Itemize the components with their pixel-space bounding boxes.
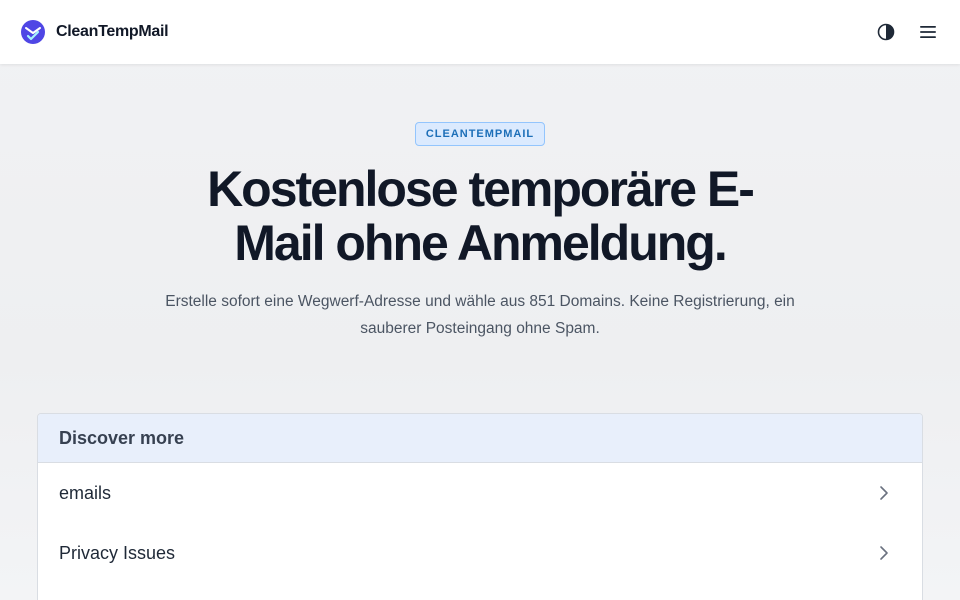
contrast-icon	[877, 23, 895, 41]
chevron-right-icon	[880, 486, 888, 500]
clean-mail-logo-icon	[21, 20, 45, 44]
theme-toggle-button[interactable]	[874, 20, 898, 44]
discover-more-header: Discover more	[38, 414, 922, 463]
top-navbar: CleanTempMail	[0, 0, 960, 64]
brand-link[interactable]: CleanTempMail	[20, 19, 169, 45]
discover-item-emails[interactable]: emails	[38, 463, 922, 523]
discover-item-privacy-issues[interactable]: Privacy Issues	[38, 523, 922, 583]
brand-badge: CLEANTEMPMAIL	[414, 122, 546, 146]
hero-title: Kostenlose temporäre E-Mail ohne Anmeldu…	[207, 161, 755, 271]
discover-more-card: Discover more emails Privacy Issues	[37, 413, 923, 600]
menu-button[interactable]	[916, 20, 940, 44]
discover-item-label: Privacy Issues	[59, 542, 176, 563]
chevron-right-icon	[880, 546, 888, 560]
brand-name: CleanTempMail	[56, 23, 169, 40]
hamburger-menu-icon	[920, 26, 936, 38]
hero-section: CLEANTEMPMAIL Kostenlose temporäre E-Mai…	[0, 64, 960, 342]
discover-item-label: emails	[59, 482, 112, 503]
nav-actions	[874, 20, 940, 44]
discover-more-title: Discover more	[59, 427, 185, 448]
hero-subtitle: Erstelle sofort eine Wegwerf-Adresse und…	[165, 293, 795, 337]
